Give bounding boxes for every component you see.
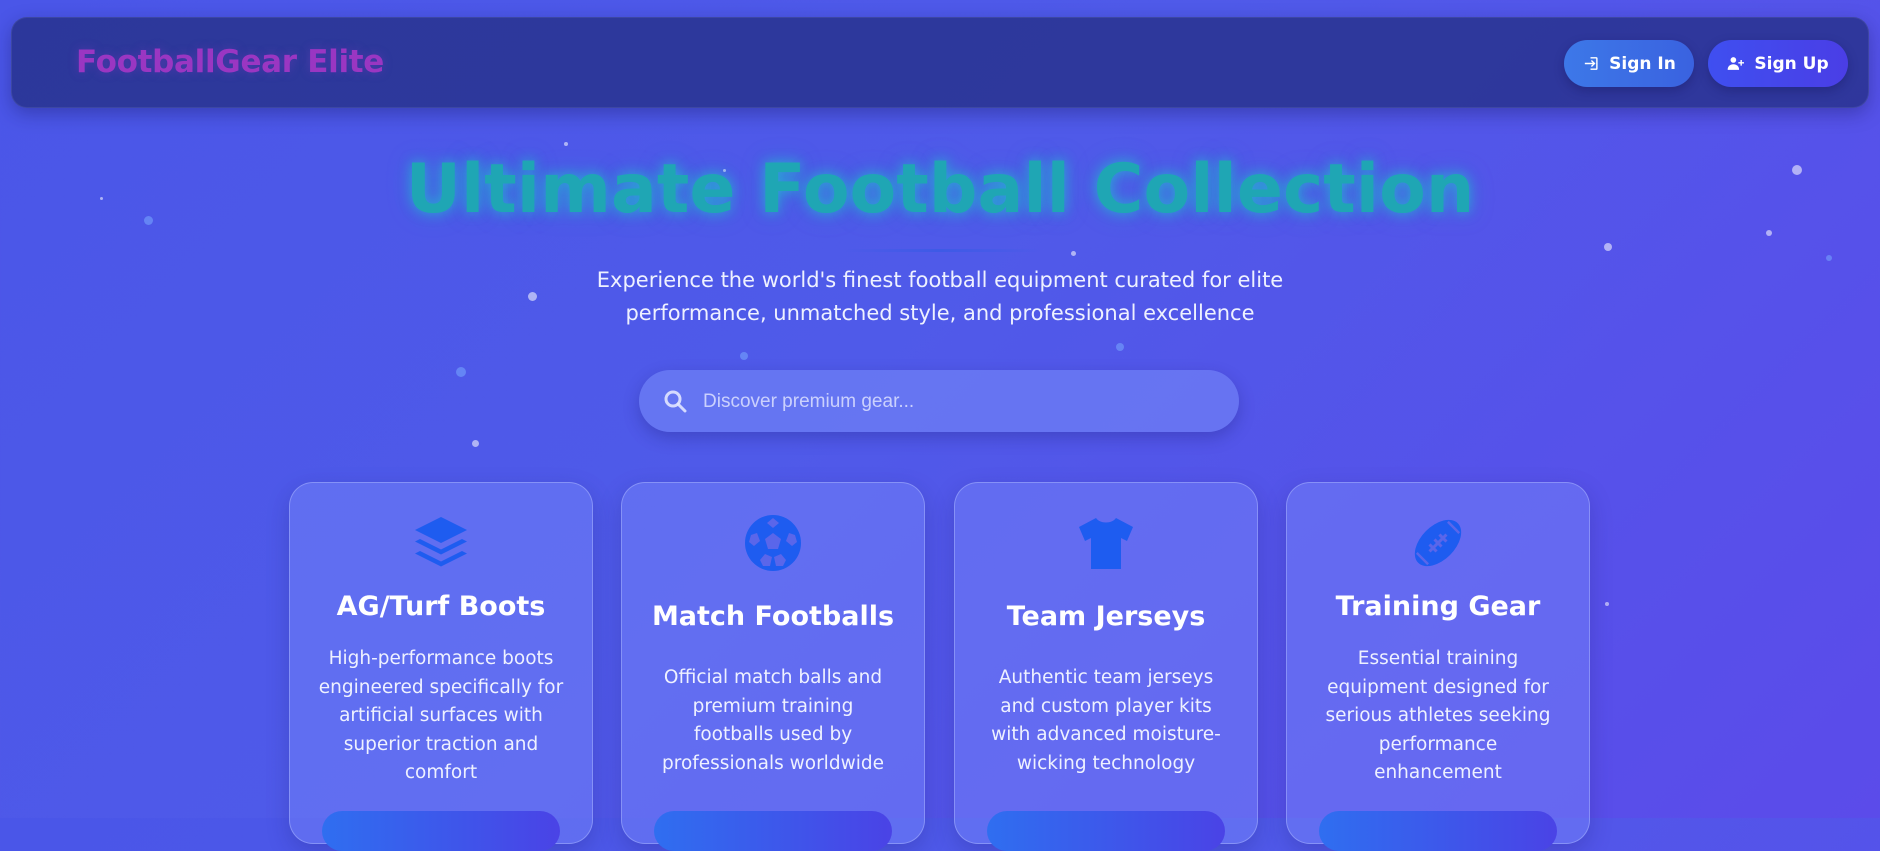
hero-subtitle: Experience the world's finest football e… — [596, 268, 1284, 325]
top-navbar: FootballGear Elite Sign In Sign Up — [11, 17, 1869, 108]
card-action-button[interactable] — [987, 811, 1225, 851]
sign-in-label: Sign In — [1609, 53, 1676, 74]
brand-logo[interactable]: FootballGear Elite — [76, 18, 384, 107]
sign-in-button[interactable]: Sign In — [1564, 40, 1694, 87]
card-description: Essential training equipment designed fo… — [1325, 648, 1551, 783]
layers-icon — [411, 513, 471, 573]
card-title: Training Gear — [1335, 591, 1541, 622]
sign-in-icon — [1584, 57, 1598, 70]
card-action-button[interactable] — [1319, 811, 1557, 851]
card-description: Authentic team jerseys and custom player… — [991, 667, 1221, 774]
search-bar — [639, 370, 1239, 434]
card-title: AG/Turf Boots — [336, 591, 546, 622]
tshirt-icon — [1076, 513, 1136, 573]
football-icon — [743, 513, 803, 573]
search-icon — [664, 390, 687, 413]
card-title: Team Jerseys — [1006, 601, 1206, 632]
card-action-button[interactable] — [322, 811, 560, 851]
sign-up-label: Sign Up — [1754, 53, 1829, 74]
category-card-training-gear[interactable]: Training Gear Essential training equipme… — [1286, 482, 1590, 851]
category-card-team-jerseys[interactable]: Team Jerseys Authentic team jerseys and … — [954, 482, 1258, 851]
search-input[interactable] — [701, 370, 1225, 434]
sign-up-button[interactable]: Sign Up — [1708, 40, 1848, 87]
card-action-button[interactable] — [654, 811, 892, 851]
user-plus-icon — [1728, 57, 1745, 70]
american-football-icon — [1408, 513, 1468, 573]
card-description: Official match balls and premium trainin… — [662, 667, 884, 774]
category-card-match-footballs[interactable]: Match Footballs Official match balls and… — [621, 482, 925, 851]
category-card-turf-boots[interactable]: AG/Turf Boots High-performance boots eng… — [289, 482, 593, 851]
card-description: High-performance boots engineered specif… — [318, 648, 564, 783]
title-underline — [840, 249, 1040, 252]
hero-title: Ultimate Football Collection — [405, 150, 1475, 229]
card-title: Match Footballs — [651, 601, 895, 632]
